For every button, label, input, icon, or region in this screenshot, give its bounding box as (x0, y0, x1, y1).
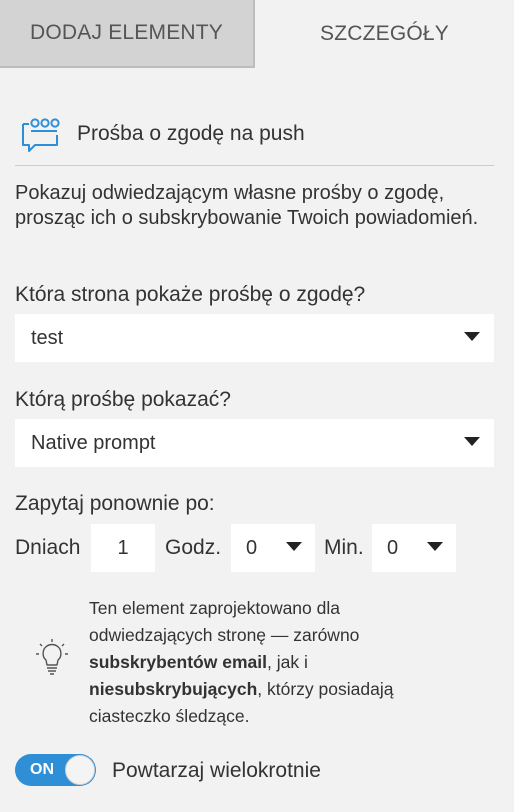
caret-down-icon (286, 542, 302, 551)
page-select-value: test (31, 326, 64, 349)
caret-down-icon (427, 542, 443, 551)
prompt-select-value: Native prompt (31, 431, 156, 454)
days-label: Dniach (15, 536, 81, 559)
tab-details-label: SZCZEGÓŁY (320, 22, 449, 45)
toggle-state-label: ON (30, 761, 54, 778)
hours-label: Godz. (165, 536, 222, 559)
ask-again-label: Zapytaj ponownie po: (15, 492, 215, 515)
tip-text-part: , jak i (266, 652, 308, 672)
tab-bar: DODAJ ELEMENTY SZCZEGÓŁY (0, 0, 514, 68)
prompt-question-label: Którą prośbę pokazać? (15, 388, 231, 411)
lightbulb-icon (36, 639, 68, 675)
repeat-label: Powtarzaj wielokrotnie (112, 759, 321, 782)
tab-details[interactable]: SZCZEGÓŁY (255, 0, 514, 68)
element-description: Pokazuj odwiedzającym własne prośby o zg… (15, 182, 479, 229)
page-question-label: Która strona pokaże prośbę o zgodę? (15, 283, 366, 306)
tip-text: Ten element zaprojektowano dla odwiedzaj… (89, 595, 419, 730)
days-input[interactable] (91, 524, 155, 572)
tab-add-elements-label: DODAJ ELEMENTY (30, 21, 223, 44)
repeat-toggle[interactable]: ON (15, 754, 96, 786)
minutes-select[interactable]: 0 (372, 524, 456, 572)
toggle-knob (65, 755, 95, 785)
prompt-select[interactable]: Native prompt (15, 419, 494, 467)
caret-down-icon (464, 437, 480, 446)
hours-select-value: 0 (246, 536, 258, 559)
tip-text-part: Ten element zaprojektowano dla odwiedzaj… (89, 598, 360, 645)
minutes-label: Min. (324, 536, 364, 559)
element-title: Prośba o zgodę na push (77, 122, 305, 145)
tab-add-elements[interactable]: DODAJ ELEMENTY (0, 0, 255, 68)
element-header: Prośba o zgodę na push (15, 112, 494, 166)
caret-down-icon (464, 332, 480, 341)
speech-bubble-dots-icon (22, 118, 60, 152)
tip-bold-subscribers: subskrybentów email (89, 652, 267, 672)
minutes-select-value: 0 (387, 536, 399, 559)
hours-select[interactable]: 0 (231, 524, 315, 572)
tip-bold-nonsubscribers: niesubskrybujących (89, 679, 258, 699)
page-select[interactable]: test (15, 314, 494, 362)
